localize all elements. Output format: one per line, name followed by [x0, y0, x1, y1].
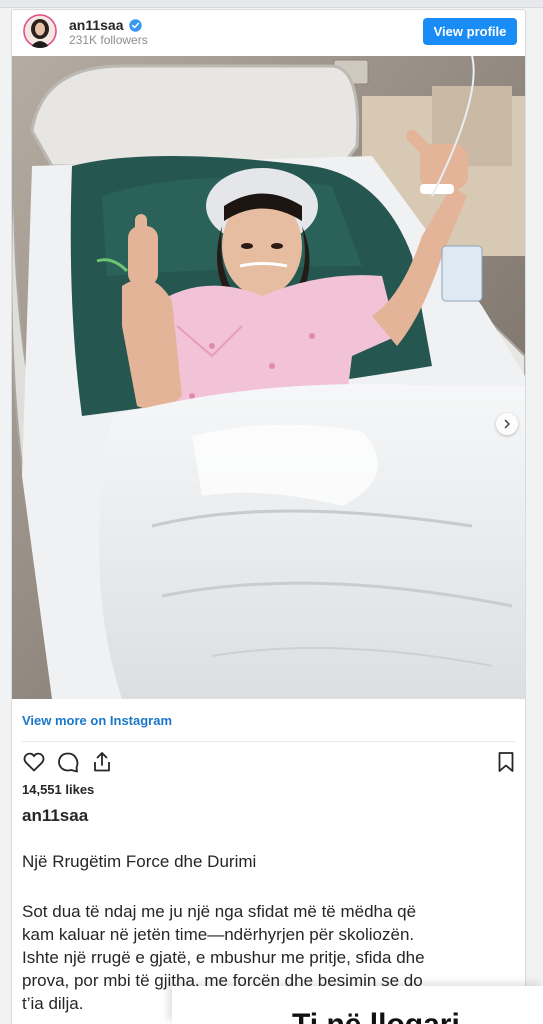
post-author[interactable]: an11saa: [22, 806, 88, 826]
caption-line: Ishte një rrugë e gjatë, e mbushur me pr…: [22, 948, 425, 967]
caption-title: Një Rrugëtim Force dhe Durimi: [22, 852, 257, 871]
chevron-right-icon: [504, 419, 510, 429]
save-button[interactable]: [492, 748, 520, 776]
action-bar: [20, 748, 517, 778]
caption-line: Sot dua të ndaj me ju një nga sfidat më …: [22, 902, 417, 921]
like-button[interactable]: [20, 748, 48, 776]
comment-button[interactable]: [54, 748, 82, 776]
bookmark-icon: [498, 752, 514, 772]
comment-icon: [58, 752, 79, 773]
carousel-next-button[interactable]: [496, 413, 518, 435]
avatar[interactable]: [23, 14, 57, 48]
caption-line: kam kaluar në jetën time—ndërhyrjen për …: [22, 925, 415, 944]
page: an11saa 231K followers View profile View…: [0, 0, 543, 1024]
verified-badge-icon: [128, 18, 142, 32]
overlay-banner: Ti në llogari: [172, 986, 543, 1024]
browser-top-bar: [0, 0, 543, 8]
share-button[interactable]: [88, 748, 116, 776]
username-text: an11saa: [69, 17, 124, 33]
username-link[interactable]: an11saa: [69, 17, 142, 33]
heart-icon: [23, 752, 45, 772]
post-photo[interactable]: [12, 56, 525, 699]
instagram-embed-card: an11saa 231K followers View profile View…: [11, 9, 526, 1024]
post-header: an11saa 231K followers View profile: [12, 10, 525, 56]
overlay-heading: Ti në llogari: [292, 1008, 460, 1024]
divider: [22, 741, 515, 742]
share-icon: [94, 752, 110, 772]
view-more-on-instagram-link[interactable]: View more on Instagram: [22, 713, 172, 728]
follower-count: 231K followers: [69, 33, 148, 47]
like-count: 14,551 likes: [22, 782, 95, 797]
view-profile-button[interactable]: View profile: [423, 18, 517, 45]
